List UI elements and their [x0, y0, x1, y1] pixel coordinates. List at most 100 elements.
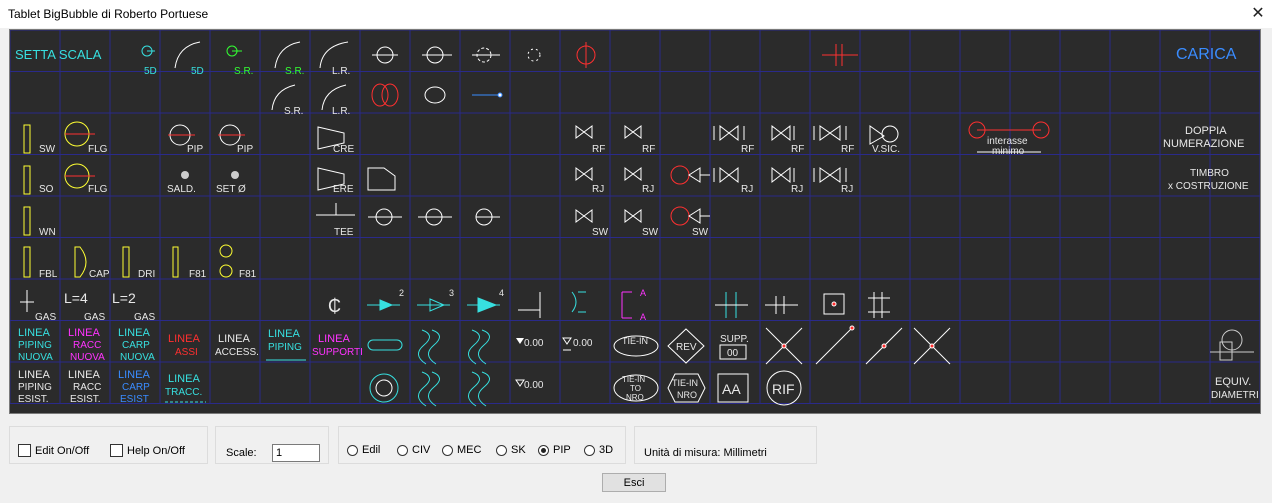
- double-circle-icon[interactable]: [424, 86, 446, 104]
- break-icon[interactable]: [571, 291, 586, 313]
- tee-circle-icon-2[interactable]: [418, 208, 452, 226]
- linea-supporti-1[interactable]: LINEA: [318, 333, 350, 345]
- sald-icon[interactable]: [181, 171, 189, 179]
- pipe-break-icon-3[interactable]: [468, 329, 490, 365]
- arc-5d-icon[interactable]: [174, 41, 201, 69]
- elevation-icon-1[interactable]: [516, 338, 524, 344]
- equiv-label[interactable]: EQUIV.: [1215, 376, 1251, 388]
- linea-carp-esist-1[interactable]: LINEA: [118, 369, 150, 381]
- pipe-break-icon-4[interactable]: [418, 371, 440, 407]
- linea-access-1[interactable]: LINEA: [218, 333, 250, 345]
- radio-sk-dot[interactable]: [496, 444, 507, 456]
- wn-fitting-icon[interactable]: [23, 206, 31, 236]
- valve-rj-icon-5[interactable]: [813, 167, 847, 183]
- l2-label[interactable]: L=2: [112, 290, 136, 306]
- valve-rj-icon-2[interactable]: [624, 167, 642, 181]
- valve-rf-icon-1[interactable]: [575, 125, 593, 139]
- elbow-icon-4[interactable]: [527, 48, 541, 62]
- edit-toggle[interactable]: Edit On/Off: [18, 444, 89, 457]
- valve-sw-icon-1[interactable]: [575, 209, 593, 223]
- valve-sw-icon-3[interactable]: [670, 206, 710, 226]
- arc-sr-icon[interactable]: [274, 41, 301, 69]
- valve-rf-icon-2[interactable]: [624, 125, 642, 139]
- equiv-diametri-icon[interactable]: [1210, 329, 1254, 361]
- sw-fitting-icon[interactable]: [23, 124, 31, 154]
- radio-pip[interactable]: PIP: [538, 444, 571, 456]
- flow-arrow-icon-3[interactable]: [417, 298, 450, 312]
- support-icon-2[interactable]: [765, 296, 798, 314]
- radio-mec-dot[interactable]: [442, 444, 453, 456]
- carica-button[interactable]: CARICA: [1176, 46, 1237, 63]
- centerline-icon[interactable]: ₵: [328, 296, 341, 316]
- radio-3d[interactable]: 3D: [584, 444, 613, 456]
- linea-racc-esist-1[interactable]: LINEA: [68, 369, 100, 381]
- gas-icon[interactable]: [20, 290, 34, 312]
- scale-input[interactable]: [272, 444, 320, 462]
- linea-piping-1[interactable]: LINEA: [268, 328, 300, 340]
- numerazione-label[interactable]: NUMERAZIONE: [1163, 138, 1244, 150]
- pipe-break-icon-2[interactable]: [418, 329, 440, 365]
- tee-icon[interactable]: [316, 203, 355, 216]
- flow-arrow-icon-4[interactable]: [467, 297, 500, 313]
- elevation-icon-3[interactable]: [515, 379, 525, 387]
- linea-piping-nuova-1[interactable]: LINEA: [18, 327, 50, 339]
- valve-rj-icon-1[interactable]: [575, 167, 593, 181]
- dri-icon[interactable]: [122, 246, 130, 278]
- costruzione-label[interactable]: x COSTRUZIONE: [1168, 181, 1249, 192]
- symbol-tablet[interactable]: SETTA SCALA 5D 5D S.R. S.R. L.R. CARICA …: [9, 29, 1261, 414]
- ere-alt-icon[interactable]: [367, 167, 396, 191]
- l4-label[interactable]: L=4: [64, 290, 88, 306]
- bend-5d-icon[interactable]: [141, 45, 155, 57]
- support-icon-1[interactable]: [715, 292, 748, 318]
- pipe-break-icon-5[interactable]: [468, 371, 490, 407]
- f81-icon-2[interactable]: [219, 244, 233, 278]
- valve-sw-icon-2[interactable]: [624, 209, 642, 223]
- support-box-icon[interactable]: [823, 293, 845, 315]
- valve-rf-icon-4[interactable]: [771, 124, 795, 142]
- flange-red-icon[interactable]: [822, 44, 858, 66]
- exit-button[interactable]: Esci: [602, 473, 666, 492]
- help-checkbox[interactable]: [110, 444, 123, 457]
- line-magenta-icon[interactable]: [472, 92, 503, 98]
- so-fitting-icon[interactable]: [23, 165, 31, 195]
- fbl-icon[interactable]: [23, 246, 31, 278]
- timbro-label[interactable]: TIMBRO: [1190, 168, 1229, 179]
- valve-rf-icon-3[interactable]: [713, 124, 745, 142]
- radio-edil-dot[interactable]: [347, 444, 358, 456]
- radio-3d-dot[interactable]: [584, 444, 595, 456]
- cross-icon[interactable]: [765, 327, 803, 365]
- linea-assi-1[interactable]: LINEA: [168, 333, 200, 345]
- doppia-label[interactable]: DOPPIA: [1185, 125, 1227, 137]
- double-elbow-red-icon[interactable]: [371, 83, 399, 107]
- diagonal-icon-2[interactable]: [865, 327, 903, 365]
- tee-circle-icon-3[interactable]: [475, 208, 500, 226]
- f81-icon-1[interactable]: [172, 246, 179, 278]
- valve-rj-icon-3[interactable]: [713, 166, 739, 184]
- cross-icon-2[interactable]: [913, 327, 951, 365]
- elbow-icon-1[interactable]: [372, 46, 398, 64]
- cap-icon[interactable]: [74, 246, 87, 278]
- vsic-icon[interactable]: [869, 125, 899, 145]
- setta-scala-cell[interactable]: SETTA SCALA: [15, 47, 102, 62]
- linea-racc-nuova-1[interactable]: LINEA: [68, 327, 100, 339]
- close-icon[interactable]: ✕: [1244, 0, 1272, 28]
- flg-icon[interactable]: [64, 121, 95, 147]
- section-arrow-icon[interactable]: [621, 291, 632, 319]
- insulation-icon[interactable]: [369, 373, 399, 403]
- support-grid-icon[interactable]: [868, 292, 890, 318]
- tee-circle-icon-1[interactable]: [368, 208, 402, 226]
- set-icon[interactable]: [231, 171, 239, 179]
- linea-piping-esist-1[interactable]: LINEA: [18, 369, 50, 381]
- radio-pip-dot[interactable]: [538, 444, 549, 456]
- help-toggle[interactable]: Help On/Off: [110, 444, 185, 457]
- bend-sr-icon[interactable]: [226, 45, 242, 57]
- radio-mec[interactable]: MEC: [442, 444, 481, 456]
- radio-civ-dot[interactable]: [397, 444, 408, 456]
- edit-checkbox[interactable]: [18, 444, 31, 457]
- arc-lr-icon[interactable]: [319, 41, 349, 69]
- end-marker-icon[interactable]: [518, 292, 541, 318]
- elbow-red-icon[interactable]: [576, 42, 596, 68]
- linea-tracc-1[interactable]: LINEA: [168, 373, 200, 385]
- pip-icon-2[interactable]: [218, 124, 245, 146]
- valve-rj-icon-4[interactable]: [771, 166, 795, 184]
